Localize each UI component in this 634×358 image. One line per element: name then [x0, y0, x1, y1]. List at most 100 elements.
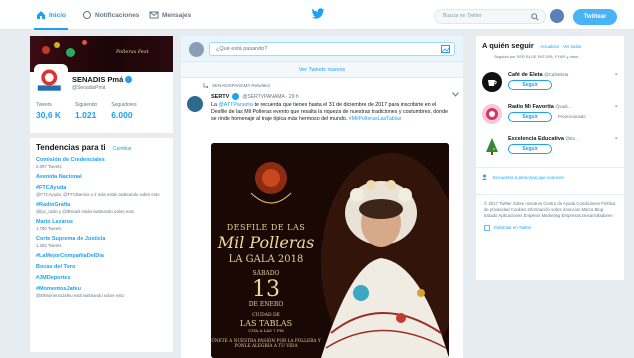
suggestion-handle: @CafeEleta: [544, 72, 569, 77]
trend-item[interactable]: #MomentosJafeu @ElMomentoJafeu está twitt…: [36, 286, 167, 298]
trend-sub: 2.097 Tweets: [36, 164, 62, 169]
banner-text: Polleras Fest: [116, 49, 149, 55]
profile-card: Polleras Fest SENADIS Pmá @SenadisPmá Tw…: [30, 36, 173, 133]
trend-name: Corte Suprema de Justicia: [36, 236, 106, 242]
who-to-follow-header: A quién seguir · Actualizar · Ver todos: [482, 41, 618, 50]
suggestion-item: Excelencia Educativa @Ex... × Seguir: [482, 136, 618, 162]
tweet-hashtag-link[interactable]: #MilPollerasLasTablas: [349, 116, 402, 122]
trend-name: Comisión de Credenciales: [36, 157, 105, 163]
trend-item[interactable]: Corte Suprema de Justicia 1.282 Tweets: [36, 236, 167, 248]
follow-button[interactable]: Seguir: [508, 112, 552, 122]
trend-item[interactable]: #RadioGrafia @lpc_radio y @Ithivanl están…: [36, 202, 167, 214]
stat-value: 6.000: [111, 110, 133, 120]
trend-item[interactable]: Bocas del Toro: [36, 264, 167, 270]
nav-messages[interactable]: Mensajes: [149, 8, 191, 22]
compose-input[interactable]: ¿Qué está pasando?: [209, 42, 455, 56]
profile-avatar[interactable]: [34, 64, 68, 98]
tweet-button[interactable]: Twittear: [573, 9, 617, 25]
trend-sub: 1.282 Tweets: [36, 243, 62, 248]
ornament-red: [42, 46, 50, 54]
retweet-context: SENADISPANAMA Retwitteó: [203, 83, 270, 88]
suggestion-item: Café de Eleta @CafeEleta × Seguir: [482, 72, 618, 98]
search-input[interactable]: Buscar en Twitter: [434, 9, 546, 24]
trend-item[interactable]: Avenida Nacional: [36, 174, 167, 180]
suggestion-avatar[interactable]: [482, 72, 502, 92]
poster-sabado: SÁBADO: [252, 270, 280, 277]
verified-badge-icon: [232, 93, 240, 100]
poster-cita: CITA A LAS 7 PM: [248, 328, 284, 333]
profile-name[interactable]: SENADIS Pmá: [72, 75, 133, 84]
poster-small: ÚNETE A NUESTRA PASIÓN POR LA POLLERA Y …: [211, 339, 321, 349]
envelope-icon: [149, 11, 159, 19]
poster-month: DE ENERO: [248, 301, 284, 308]
chart-icon: [484, 225, 490, 231]
trend-item[interactable]: Comisión de Credenciales 2.097 Tweets: [36, 157, 167, 169]
search-icon[interactable]: [531, 13, 539, 21]
nav-home-label: Inicio: [49, 11, 66, 19]
search-placeholder: Buscar en Twitter: [443, 13, 482, 19]
stat-followers[interactable]: Seguidores 6.000: [111, 102, 136, 120]
trend-name: Bocas del Toro: [36, 264, 76, 270]
poster-title: Mil Polleras: [217, 233, 315, 252]
suggestion-name-text: Café de Eleta: [508, 72, 543, 78]
advertise-link[interactable]: Publicitar en Twitter: [484, 225, 616, 231]
tweet-author-avatar[interactable]: [187, 96, 203, 112]
tweet[interactable]: SENADISPANAMA Retwitteó SERTV @SERTVPANA…: [181, 78, 463, 358]
stat-label: Seguidores: [111, 102, 137, 108]
trend-item[interactable]: #JMDeportes: [36, 275, 167, 281]
footer-panel: © 2017 Twitter Sobre nosotros Centro de …: [476, 194, 624, 280]
trend-name: #RadioGrafia: [36, 202, 71, 208]
nav-home[interactable]: Inicio: [34, 8, 68, 30]
stat-value: 1.021: [75, 110, 97, 120]
profile-handle[interactable]: @SenadisPmá: [72, 85, 105, 91]
twitter-bird-icon[interactable]: [311, 8, 325, 20]
suggestion-name-text: Radio Mi Favorita: [508, 104, 554, 110]
who-to-follow-links[interactable]: · Actualizar · Ver todos: [538, 44, 581, 49]
tweet-media-poster[interactable]: DESFILE DE LAS Mil Polleras LA GALA 2018…: [211, 143, 449, 358]
new-tweets-bar[interactable]: Ver Tweets nuevos: [181, 62, 463, 78]
follow-button[interactable]: Seguir: [508, 144, 552, 154]
stat-label: Siguiendo: [75, 102, 98, 108]
follow-button[interactable]: Seguir: [508, 80, 552, 90]
suggestion-avatar[interactable]: [482, 136, 502, 156]
trend-item[interactable]: Mario Lazarus 1.780 Tweets: [36, 219, 167, 231]
account-avatar[interactable]: [550, 9, 564, 23]
find-people-link[interactable]: Encuentra a personas que conoces: [482, 174, 564, 180]
suggestion-name[interactable]: Radio Mi Favorita @radi...: [508, 104, 571, 110]
image-icon[interactable]: [441, 45, 450, 53]
trend-name: #JMDeportes: [36, 275, 71, 281]
nav-notifications[interactable]: Notificaciones: [82, 8, 139, 22]
suggestion-name-text: Excelencia Educativa: [508, 136, 564, 142]
nav-notifications-label: Notificaciones: [95, 11, 140, 19]
close-icon[interactable]: ×: [615, 72, 618, 78]
trend-item[interactable]: #FTCAyuda @FTCAyuda, @FTCBarrios y 2 más …: [36, 185, 167, 197]
home-icon: [37, 11, 45, 19]
close-icon[interactable]: ×: [615, 104, 618, 110]
who-to-follow-meta: Seguido por SER BLUE PATUPA, FYAR y otro…: [494, 54, 579, 59]
suggestion-name[interactable]: Café de Eleta @CafeEleta: [508, 72, 568, 78]
footer-links[interactable]: © 2017 Twitter Sobre nosotros Centro de …: [484, 201, 616, 219]
tweet-mention-link[interactable]: @ATTPanama: [218, 102, 253, 108]
poster-gala: LA GALA 2018: [228, 254, 304, 265]
trends-header: Tendencias para ti · Cambiar: [36, 143, 167, 152]
suggestion-avatar[interactable]: [482, 104, 502, 124]
trend-name: #MomentosJafeu: [36, 286, 81, 292]
trends-change-link[interactable]: · Cambiar: [110, 146, 132, 152]
suggestion-name[interactable]: Excelencia Educativa @Ex...: [508, 136, 579, 142]
chevron-down-icon[interactable]: [452, 92, 459, 97]
tweet-author-handle[interactable]: @SERTVPANAMA · 29 h: [242, 94, 298, 100]
stat-label: Tweets: [36, 102, 52, 108]
trends-panel: Tendencias para ti · Cambiar Comisión de…: [30, 138, 173, 352]
stat-value: 30,6 K: [36, 110, 62, 120]
stat-tweets[interactable]: Tweets 30,6 K: [36, 102, 61, 120]
close-icon[interactable]: ×: [615, 136, 618, 142]
stat-following[interactable]: Siguiendo 1.021: [75, 102, 97, 120]
retweet-icon: [203, 83, 209, 88]
profile-name-text: SENADIS Pmá: [72, 75, 124, 84]
promoted-label: Promocionado: [558, 114, 586, 119]
poster-desfile: DESFILE DE LAS: [226, 223, 306, 232]
retweet-context-text: SENADISPANAMA Retwitteó: [212, 83, 271, 88]
trend-sub: @FTCAyuda, @FTCBarrios y 2 más están twi…: [36, 192, 160, 197]
tweet-author-name[interactable]: SERTV: [211, 94, 229, 100]
trend-item[interactable]: #LaMejorCompañíaDelDía: [36, 253, 167, 259]
